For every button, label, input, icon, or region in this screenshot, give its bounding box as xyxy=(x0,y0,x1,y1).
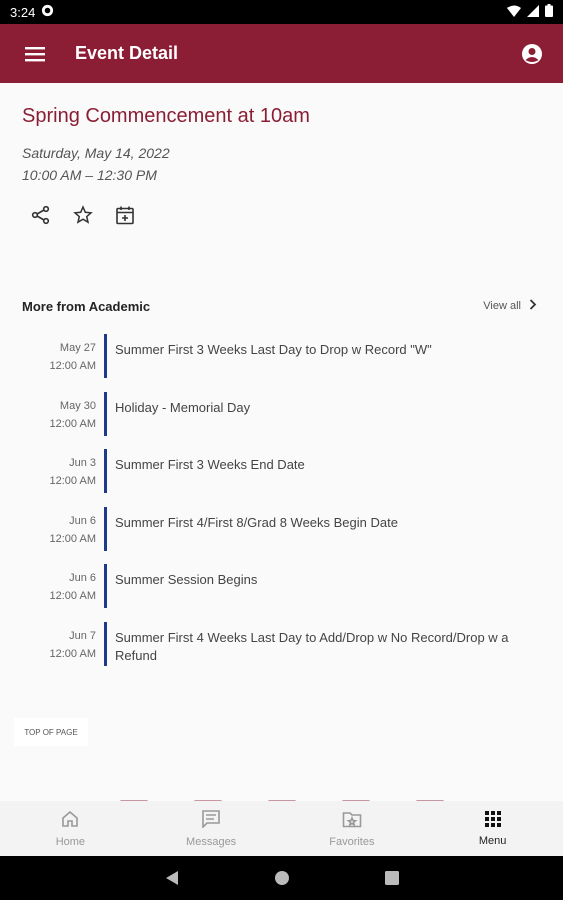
event-actions xyxy=(30,204,136,226)
item-time: 12:00 AM xyxy=(49,647,96,660)
account-icon[interactable] xyxy=(519,41,545,67)
item-time: 12:00 AM xyxy=(49,360,96,372)
status-bar: 3:24 xyxy=(0,0,563,24)
item-date: Jun 3 xyxy=(69,457,96,469)
wifi-icon xyxy=(507,5,521,20)
item-datetime: Jun 6 12:00 AM xyxy=(0,564,96,622)
nav-messages[interactable]: Messages xyxy=(141,801,282,856)
list-item[interactable]: May 27 12:00 AM Summer First 3 Weeks Las… xyxy=(0,334,563,392)
home-circle-icon[interactable] xyxy=(272,868,292,888)
item-title[interactable]: Summer First 4 Weeks Last Day to Add/Dro… xyxy=(115,622,563,688)
item-date: May 27 xyxy=(59,342,96,354)
list-item[interactable]: Jun 6 12:00 AM Summer Session Begins xyxy=(0,564,563,622)
item-accent-bar xyxy=(104,449,107,493)
signal-icon xyxy=(527,4,539,20)
item-date: Jun 6 xyxy=(69,514,96,527)
view-all-link[interactable]: View all xyxy=(483,299,537,313)
item-datetime: May 27 12:00 AM xyxy=(0,334,96,392)
item-date: May 30 xyxy=(59,399,96,412)
page-title: Event Detail xyxy=(75,43,179,63)
item-time: 12:00 AM xyxy=(49,532,96,545)
grid-menu-icon xyxy=(484,810,501,832)
system-nav-bar xyxy=(0,856,563,900)
item-title[interactable]: Holiday - Memorial Day xyxy=(115,392,563,450)
app-bar: Event Detail xyxy=(0,24,563,83)
nav-menu[interactable]: Menu xyxy=(422,801,563,856)
messages-icon xyxy=(201,809,221,833)
back-icon[interactable] xyxy=(162,868,182,888)
item-time: 12:00 AM xyxy=(49,417,96,430)
nav-label: Favorites xyxy=(329,835,375,848)
status-time: 3:24 xyxy=(10,4,36,20)
nav-label: Menu xyxy=(478,834,507,847)
favorites-icon xyxy=(342,810,362,833)
item-accent-bar xyxy=(104,391,107,436)
nav-home[interactable]: Home xyxy=(0,801,141,856)
event-title: Spring Commencement at 10am xyxy=(22,105,310,127)
item-accent-bar xyxy=(104,564,107,608)
item-accent-bar xyxy=(104,506,107,551)
add-to-calendar-icon[interactable] xyxy=(114,204,136,226)
view-all-label: View all xyxy=(483,300,521,312)
item-title[interactable]: Summer First 3 Weeks End Date xyxy=(115,449,563,507)
list-item[interactable]: Jun 7 12:00 AM Summer First 4 Weeks Last… xyxy=(0,621,563,688)
item-accent-bar xyxy=(104,621,107,666)
item-date: Jun 6 xyxy=(69,572,96,584)
item-title[interactable]: Summer First 4/First 8/Grad 8 Weeks Begi… xyxy=(115,507,563,565)
event-date: Saturday, May 14, 2022 xyxy=(22,145,170,161)
bottom-nav: Home Messages Favorites Menu xyxy=(0,801,563,856)
list-item[interactable]: Jun 6 12:00 AM Summer First 4/First 8/Gr… xyxy=(0,506,563,565)
list-item[interactable]: Jun 3 12:00 AM Summer First 3 Weeks End … xyxy=(0,449,563,507)
hamburger-menu-icon[interactable] xyxy=(22,41,48,67)
battery-icon xyxy=(545,4,553,20)
item-time: 12:00 AM xyxy=(49,475,96,487)
item-time: 12:00 AM xyxy=(49,590,96,602)
nav-label: Home xyxy=(55,835,86,848)
item-accent-bar xyxy=(104,334,107,378)
home-icon xyxy=(61,810,79,833)
item-date: Jun 7 xyxy=(69,629,96,642)
chevron-right-icon xyxy=(529,299,537,313)
recents-icon[interactable] xyxy=(382,868,402,888)
share-icon[interactable] xyxy=(30,204,52,226)
item-datetime: Jun 3 12:00 AM xyxy=(0,449,96,507)
nav-label: Messages xyxy=(186,836,237,848)
item-datetime: Jun 6 12:00 AM xyxy=(0,507,96,565)
item-title[interactable]: Summer Session Begins xyxy=(115,564,563,622)
nav-favorites[interactable]: Favorites xyxy=(282,801,423,856)
more-section-heading: More from Academic xyxy=(22,299,151,314)
item-title[interactable]: Summer First 3 Weeks Last Day to Drop w … xyxy=(115,334,563,392)
item-datetime: May 30 12:00 AM xyxy=(0,392,96,450)
top-of-page-button[interactable]: TOP OF PAGE xyxy=(14,718,88,746)
item-datetime: Jun 7 12:00 AM xyxy=(0,622,96,688)
event-time: 10:00 AM – 12:30 PM xyxy=(22,167,157,183)
related-events-list: May 27 12:00 AM Summer First 3 Weeks Las… xyxy=(0,334,563,688)
list-item[interactable]: May 30 12:00 AM Holiday - Memorial Day xyxy=(0,391,563,450)
star-icon[interactable] xyxy=(72,204,94,226)
notification-icon xyxy=(41,4,54,20)
